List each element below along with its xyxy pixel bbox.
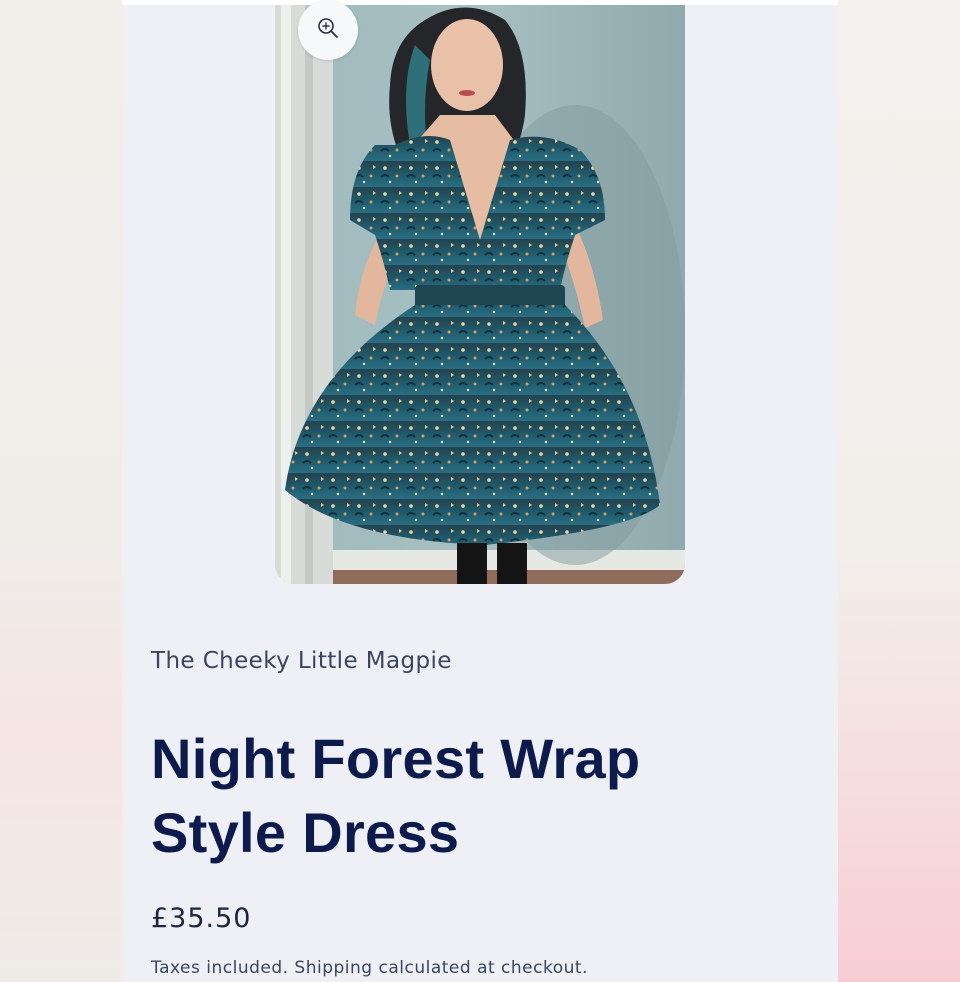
background-left <box>0 0 122 982</box>
tax-shipping-note: Taxes included. Shipping calculated at c… <box>151 958 588 978</box>
dress-photo-illustration <box>275 5 685 584</box>
product-page: The Cheeky Little Magpie Night Forest Wr… <box>122 0 838 982</box>
background-right <box>838 0 960 982</box>
zoom-in-icon <box>316 16 340 44</box>
product-price: £35.50 <box>151 903 252 934</box>
zoom-button[interactable] <box>298 0 358 60</box>
product-vendor: The Cheeky Little Magpie <box>151 648 452 674</box>
product-photo[interactable] <box>275 5 685 584</box>
product-title: Night Forest Wrap Style Dress <box>151 727 641 864</box>
